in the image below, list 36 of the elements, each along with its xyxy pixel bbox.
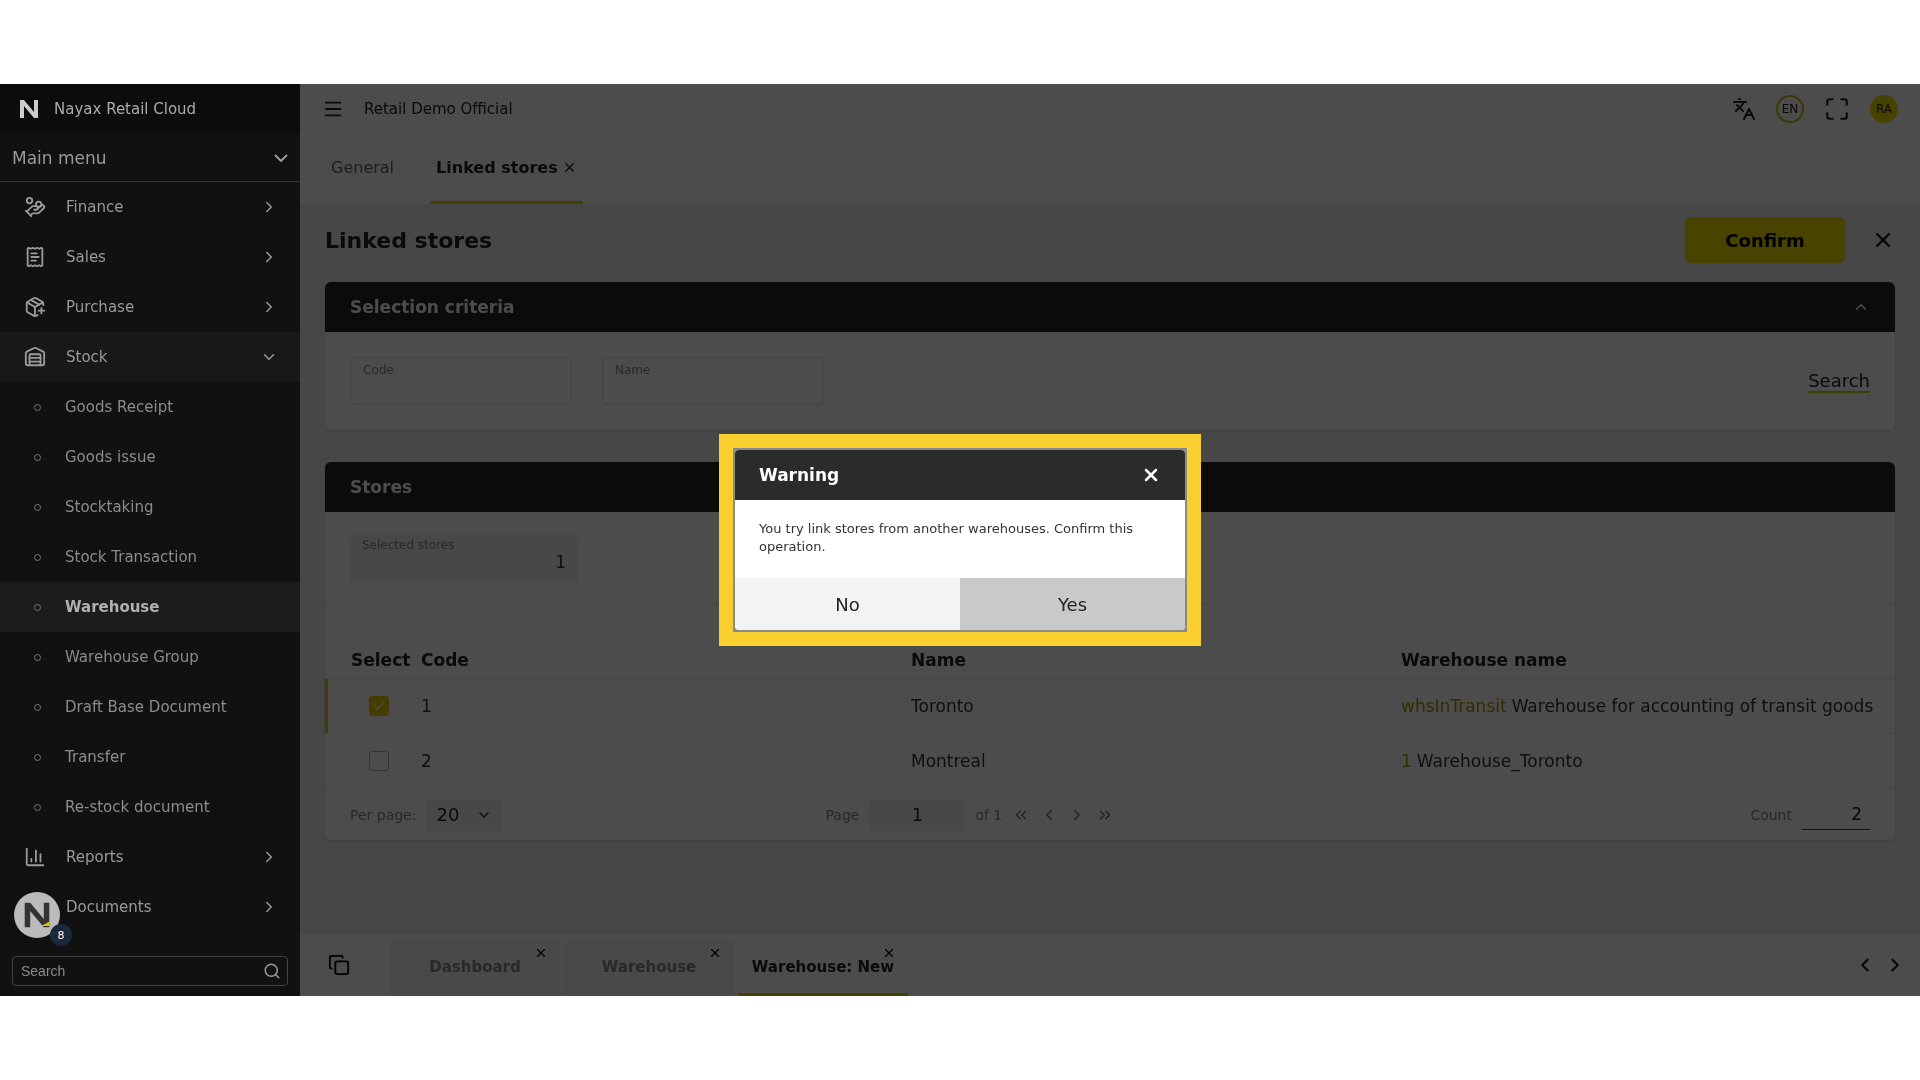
sidebar-subitem[interactable]: Transfer bbox=[0, 732, 300, 782]
brand-name: Nayax Retail Cloud bbox=[54, 100, 197, 118]
sidebar-item[interactable]: Stock bbox=[0, 332, 300, 382]
sidebar-subitem[interactable]: Goods issue bbox=[0, 432, 300, 482]
panel-title: Selection criteria bbox=[350, 297, 515, 317]
yes-button[interactable]: Yes bbox=[960, 578, 1185, 630]
no-button[interactable]: No bbox=[735, 578, 960, 630]
company-name: Retail Demo Official bbox=[364, 100, 513, 118]
dialog-message: You try link stores from another warehouses. Confirm this operation. bbox=[758, 520, 1135, 556]
sidebar-subitem[interactable]: Re-stock document bbox=[0, 782, 300, 832]
package-plus-icon bbox=[24, 296, 46, 318]
logo-icon bbox=[18, 98, 40, 120]
sidebar-subitem[interactable]: Stocktaking bbox=[0, 482, 300, 532]
sidebar-item[interactable]: Reports bbox=[0, 832, 300, 882]
coin-hand-icon bbox=[24, 196, 46, 218]
sidebar-item[interactable]: Sales bbox=[0, 232, 300, 282]
dialog-title: Warning bbox=[759, 465, 840, 485]
bar-chart-icon bbox=[24, 846, 46, 868]
sidebar-search-box[interactable]: Search bbox=[12, 956, 288, 986]
assistant-button[interactable] bbox=[14, 892, 60, 938]
sidebar-item[interactable]: Finance bbox=[0, 182, 300, 232]
sidebar-subitem[interactable]: Warehouse Group bbox=[0, 632, 300, 682]
receipt-icon bbox=[24, 246, 46, 268]
sidebar-item[interactable]: Purchase bbox=[0, 282, 300, 332]
sidebar-search-field[interactable]: Search bbox=[19, 962, 263, 980]
sidebar-subitem[interactable]: Stock Transaction bbox=[0, 532, 300, 582]
search-icon bbox=[263, 962, 281, 980]
logo-icon bbox=[22, 900, 52, 930]
chevron-down-icon bbox=[274, 153, 288, 162]
panel-title: Stores bbox=[350, 477, 413, 497]
page-title: Linked stores bbox=[325, 227, 494, 253]
notification-badge: 8 bbox=[50, 924, 72, 946]
sidebar-subitem[interactable]: Goods Receipt bbox=[0, 382, 300, 432]
warehouse-icon bbox=[24, 346, 46, 368]
sidebar-subitem[interactable]: Draft Base Document bbox=[0, 682, 300, 732]
sidebar-subitem[interactable]: Warehouse bbox=[0, 582, 300, 632]
